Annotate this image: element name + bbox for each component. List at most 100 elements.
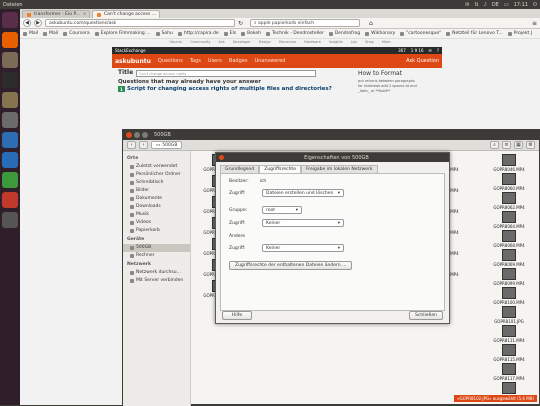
ubuntu-site-link[interactable]: Insights	[329, 40, 343, 44]
ubuntu-site-link[interactable]: Developer	[233, 40, 251, 44]
bookmark-item[interactable]: Mail	[23, 31, 38, 36]
nav-badges[interactable]: Badges	[229, 58, 248, 64]
nav-questions[interactable]: Questions	[158, 58, 183, 64]
bookmark-item[interactable]: Wiktionary	[365, 31, 395, 36]
maximize-window-button[interactable]	[142, 132, 148, 138]
tab-local-network-share[interactable]: Freigabe im lokalen Netzwerk	[300, 165, 378, 173]
clock[interactable]: 17:11	[514, 2, 528, 8]
help-button[interactable]: Hilfe	[222, 311, 252, 320]
similar-question-link[interactable]: Script for changing access rights of mul…	[127, 86, 332, 92]
others-access-select[interactable]: Keiner ▾	[262, 244, 344, 252]
home-icon[interactable]: ⌂	[369, 20, 373, 27]
change-enclosed-permissions-button[interactable]: Zugriffsrechte der enthaltenen Dateien ä…	[229, 261, 353, 270]
network-icon[interactable]: ⇅	[474, 2, 478, 8]
title-input[interactable]: Can't change access rights	[136, 70, 316, 77]
group-access-select[interactable]: Keiner ▾	[262, 219, 344, 227]
files-icon[interactable]	[2, 52, 18, 68]
search-bar[interactable]: ⌕ apple papierkorb einfach	[250, 19, 361, 27]
bookmark-item[interactable]: Technik - Dendrosteller	[266, 31, 324, 36]
settings-icon[interactable]	[2, 112, 18, 128]
bookmark-item[interactable]: Mail	[43, 31, 58, 36]
gimp-icon[interactable]	[2, 92, 18, 108]
sidebar-item[interactable]: Zuletzt verwendet	[123, 163, 190, 171]
libreoffice-writer-icon[interactable]	[2, 152, 18, 168]
back-button[interactable]: ◀	[23, 19, 31, 27]
minimize-window-button[interactable]	[134, 132, 140, 138]
owner-access-select[interactable]: Dateien erstellen und löschen ▾	[262, 189, 344, 197]
ubuntu-site-link[interactable]: Design	[259, 40, 271, 44]
tab-permissions[interactable]: Zugriffsrechte	[259, 165, 301, 173]
ask-question-button[interactable]: Ask Question	[406, 58, 439, 64]
keyboard-layout-label[interactable]: DE	[492, 2, 499, 8]
sidebar-item[interactable]: Videos	[123, 219, 190, 227]
sidebar-item[interactable]: Mit Server verbinden	[123, 277, 190, 285]
help-icon[interactable]: ?	[437, 48, 439, 53]
dash-icon[interactable]	[2, 12, 18, 28]
search-button[interactable]: ⌕	[490, 141, 499, 149]
similar-question-item[interactable]: 1 Script for changing access rights of m…	[118, 86, 332, 92]
bookmark-item[interactable]: Els	[223, 31, 236, 36]
battery-icon[interactable]: ▭	[504, 2, 509, 8]
firefox-icon[interactable]	[2, 32, 18, 48]
back-button[interactable]: ‹	[127, 141, 136, 149]
forward-button[interactable]: ▶	[34, 19, 42, 27]
ubuntu-site-link[interactable]: Ask	[218, 40, 224, 44]
mail-icon[interactable]: ✉	[465, 2, 469, 8]
bookmark-item[interactable]: Explore Filmmaking ...	[94, 31, 151, 36]
sidebar-item[interactable]: Netzwerk durchsu...	[123, 269, 190, 277]
bookmark-item[interactable]: Coursera	[63, 31, 90, 36]
bookmark-item[interactable]: "cartoonesque"	[400, 31, 441, 36]
ubuntu-site-link[interactable]: Community	[190, 40, 210, 44]
ubuntu-site-link[interactable]: Ubuntu	[169, 40, 182, 44]
browser-tab-active[interactable]: Can't change access ... ×	[92, 10, 160, 18]
reload-icon[interactable]: ↻	[238, 20, 243, 27]
close-button[interactable]: Schließen	[409, 311, 443, 320]
close-tab-icon[interactable]: ×	[83, 12, 87, 17]
sound-icon[interactable]: ♪	[484, 2, 487, 8]
sidebar-item[interactable]: Downloads	[123, 203, 190, 211]
sidebar-item[interactable]: Bilder	[123, 187, 190, 195]
terminal-icon[interactable]	[2, 72, 18, 88]
bookmark-item[interactable]: Dendrofrog	[328, 31, 360, 36]
bookmark-item[interactable]: http://capira.de	[177, 31, 219, 36]
ubuntu-site-link[interactable]: Juju	[351, 40, 357, 44]
bookmark-item[interactable]: Netzteil für Lenovo T...	[446, 31, 503, 36]
url-bar[interactable]: askubuntu.com/questions/ask	[45, 19, 235, 27]
list-view-button[interactable]: ≡	[502, 141, 511, 149]
nav-tags[interactable]: Tags	[190, 58, 201, 64]
group-select[interactable]: root ▾	[262, 206, 302, 214]
ubuntu-site-link[interactable]: Shop	[365, 40, 374, 44]
bookmark-item[interactable]: Projekt J	[507, 31, 532, 36]
grid-view-button[interactable]: ▦	[514, 141, 523, 149]
stackexchange-logo[interactable]: StackExchange	[115, 48, 146, 53]
ubuntu-site-link[interactable]: Hardware	[304, 40, 321, 44]
close-tab-icon[interactable]: ×	[159, 12, 160, 17]
bookmark-item[interactable]: Bokeh	[241, 31, 261, 36]
menu-icon[interactable]: ≡	[532, 20, 537, 27]
bookmark-item[interactable]: Sohu	[155, 31, 173, 36]
sidebar-item[interactable]: Dokumente	[123, 195, 190, 203]
askubuntu-logo[interactable]: askubuntu	[115, 58, 151, 65]
forward-button[interactable]: ›	[139, 141, 148, 149]
nav-users[interactable]: Users	[208, 58, 222, 64]
tab-basic[interactable]: Grundlegend	[220, 165, 260, 173]
ubuntu-site-link[interactable]: More	[382, 40, 391, 44]
sidebar-item[interactable]: Persönlicher Ordner	[123, 171, 190, 179]
thunderbird-icon[interactable]	[2, 132, 18, 148]
inbox-icon[interactable]: ✉	[429, 48, 432, 53]
sidebar-item[interactable]: Rechner	[123, 252, 190, 260]
sidebar-item[interactable]: Musik	[123, 211, 190, 219]
gear-icon[interactable]: ⚙	[526, 141, 535, 149]
sidebar-item[interactable]: 500GB	[123, 244, 190, 252]
location-button[interactable]: ▭ 500GB	[151, 141, 183, 149]
software-center-icon[interactable]	[2, 192, 18, 208]
trash-icon[interactable]	[2, 212, 18, 228]
nav-unanswered[interactable]: Unanswered	[254, 58, 285, 64]
reputation[interactable]: 367	[398, 48, 406, 53]
close-dialog-button[interactable]	[219, 155, 224, 160]
sidebar-item[interactable]: Schreibtisch	[123, 179, 190, 187]
browser-tab[interactable]: transformer - Eio P... ×	[22, 10, 90, 18]
sidebar-item[interactable]: Papierkorb	[123, 227, 190, 235]
close-window-button[interactable]	[126, 132, 132, 138]
libreoffice-calc-icon[interactable]	[2, 172, 18, 188]
